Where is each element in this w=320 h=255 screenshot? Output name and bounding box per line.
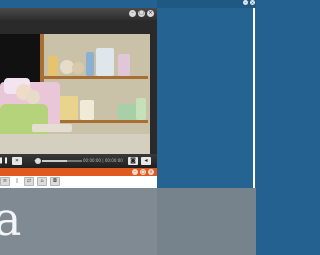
seek-handle[interactable]	[35, 158, 41, 164]
playback-controls: ❚❚ » ◀ 00:00:00 | 00:00:00 ◙ ◂	[0, 154, 157, 168]
desktop-background	[157, 0, 256, 188]
fast-forward-icon[interactable]: »	[12, 157, 22, 165]
time-readout: 00:00:00 | 00:00:00	[83, 158, 123, 163]
folder-icon[interactable]: ▯	[13, 178, 21, 185]
scene-bag	[118, 54, 130, 76]
bottom-left-area	[0, 188, 157, 255]
close-icon[interactable]: ×	[147, 10, 154, 17]
scene-bag	[96, 48, 114, 76]
window-edge	[253, 8, 255, 188]
share-icon[interactable]: ⇄	[24, 177, 34, 186]
maximize-icon[interactable]: □	[140, 169, 146, 175]
seek-bar-fill	[42, 160, 67, 162]
tray-close-icon[interactable]: ×	[250, 0, 255, 5]
scene-teddy	[72, 62, 84, 74]
pause-icon[interactable]: ❚❚	[0, 157, 9, 165]
scene-box	[136, 98, 146, 120]
camera-icon[interactable]: ◙	[128, 157, 138, 165]
close-icon[interactable]: ×	[148, 169, 154, 175]
player-title-bar[interactable]: – □ ×	[0, 8, 157, 20]
minimize-icon[interactable]: –	[129, 10, 136, 17]
large-letter: a	[0, 192, 22, 246]
scene-book	[48, 56, 58, 76]
scene-box	[86, 52, 94, 76]
scene-toy	[32, 124, 72, 132]
window-buttons: – □ ×	[129, 10, 154, 17]
scene-teddy	[26, 90, 40, 104]
scene-frame	[80, 100, 94, 120]
minimize-icon[interactable]: –	[132, 169, 138, 175]
tray-minimize-icon[interactable]: –	[243, 0, 248, 5]
seek-bar[interactable]	[42, 160, 82, 162]
maximize-icon[interactable]: □	[138, 10, 145, 17]
media-player-window: – □ × ❚❚ » ◀ 00:00:00 | 00	[0, 8, 157, 188]
top-panel-strip: – ×	[157, 0, 256, 8]
tray-icons: – ×	[243, 0, 255, 5]
secondary-window: – □ × ≡ ▯ ⇄ ⌂ ◘	[0, 168, 157, 188]
speaker-icon[interactable]: ◂	[141, 157, 151, 165]
secondary-window-buttons: – □ ×	[132, 169, 154, 175]
scene-floor	[0, 134, 150, 154]
secondary-title-bar[interactable]: – □ ×	[0, 168, 157, 176]
scene-box	[118, 104, 136, 120]
list-icon[interactable]: ≡	[0, 177, 10, 186]
camera-icon[interactable]: ◘	[50, 177, 60, 186]
shelf-upper	[44, 76, 148, 79]
secondary-toolbar: ≡ ▯ ⇄ ⌂ ◘	[0, 177, 60, 186]
tag-icon[interactable]: ⌂	[37, 177, 47, 186]
video-frame[interactable]	[0, 34, 150, 154]
